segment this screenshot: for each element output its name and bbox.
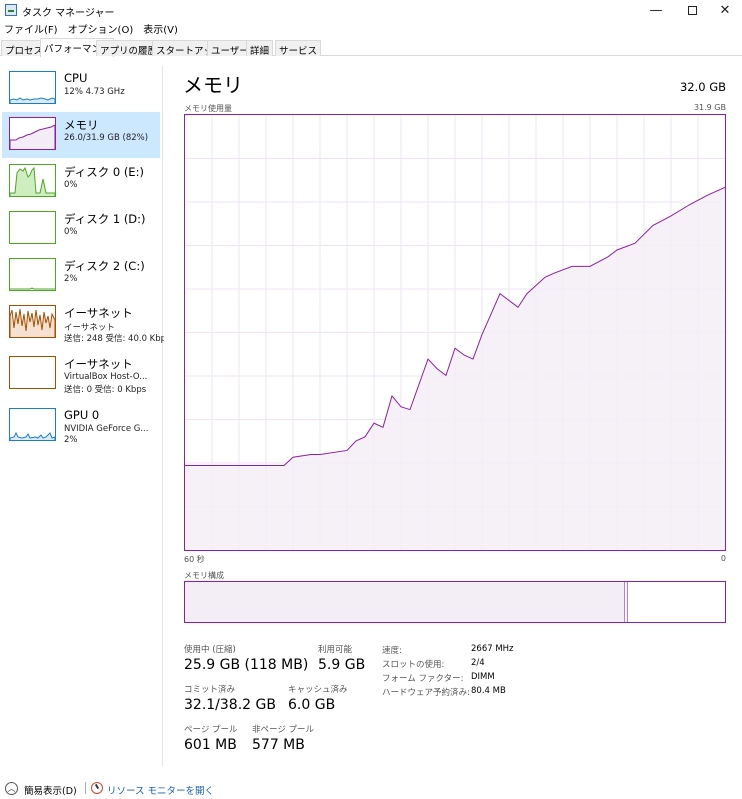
memory-graph-icon — [9, 117, 56, 150]
menu-view[interactable]: 表示(V) — [143, 21, 178, 37]
resource-monitor-icon[interactable] — [91, 782, 103, 794]
disk-graph-icon — [9, 211, 56, 244]
usage-graph-max: 31.9 GB — [693, 103, 726, 112]
menu-file[interactable]: ファイル(F) — [4, 21, 58, 37]
memory-total: 32.0 GB — [679, 80, 726, 94]
slots-label: スロットの使用: — [382, 660, 445, 670]
sidebar-item-detail: 0% — [64, 227, 78, 237]
sidebar-item-title: CPU — [64, 71, 88, 85]
in-use-value: 25.9 GB (118 MB) — [184, 657, 309, 673]
page-title: メモリ — [183, 73, 243, 97]
sidebar-item-disk-2[interactable]: ディスク 2 (C:) 2% — [2, 253, 160, 299]
paged-pool-label: ページ プール — [184, 725, 238, 735]
memory-usage-svg — [185, 115, 725, 550]
sidebar-item-title: ディスク 1 (D:) — [64, 212, 146, 226]
nonpaged-pool-label: 非ページ プール — [252, 725, 315, 735]
sidebar-item-detail: 0% — [64, 180, 78, 190]
sidebar-item-title: メモリ — [64, 118, 99, 132]
cpu-graph-icon — [9, 71, 56, 104]
ethernet-graph-icon — [9, 356, 56, 389]
tab-services[interactable]: サービス — [275, 40, 322, 57]
in-use-label: 使用中 (圧縮) — [184, 645, 236, 655]
composition-in-use — [185, 582, 625, 622]
committed-value: 32.1/38.2 GB — [184, 697, 276, 713]
available-label: 利用可能 — [318, 645, 353, 655]
window-title: タスク マネージャー — [22, 8, 115, 19]
maximize-icon — [687, 5, 697, 15]
sidebar-item-title: ディスク 2 (C:) — [64, 259, 145, 273]
composition-modified — [626, 582, 628, 622]
sidebar-item-title: ディスク 0 (E:) — [64, 165, 144, 179]
sidebar-item-detail: VirtualBox Host-O... — [64, 372, 148, 382]
sidebar-item-title: GPU 0 — [64, 408, 100, 422]
resource-sidebar: CPU 12% 4.73 GHz メモリ 26.0/31.9 GB (82%) … — [0, 66, 164, 766]
available-value: 5.9 GB — [318, 657, 366, 673]
disk-graph-icon — [9, 258, 56, 291]
tab-details[interactable]: 詳細 — [246, 40, 274, 57]
usage-graph-label: メモリ使用量 — [184, 104, 232, 113]
chevron-up-icon[interactable]: ︿ — [5, 782, 18, 795]
sidebar-item-detail: 26.0/31.9 GB (82%) — [64, 133, 149, 143]
footer-bar: ︿ 簡易表示(D) リソース モニターを開く — [0, 778, 742, 798]
sidebar-item-memory[interactable]: メモリ 26.0/31.9 GB (82%) — [2, 112, 160, 158]
open-resource-monitor-link[interactable]: リソース モニターを開く — [107, 783, 214, 797]
time-axis-right-label: 0 — [720, 554, 726, 563]
gpu-graph-icon — [9, 408, 56, 441]
form-factor-label: フォーム ファクター: — [382, 674, 464, 684]
sidebar-item-disk-0[interactable]: ディスク 0 (E:) 0% — [2, 159, 160, 205]
cached-label: キャッシュ済み — [288, 685, 348, 695]
cached-value: 6.0 GB — [288, 697, 336, 713]
sidebar-item-detail: 2% — [64, 274, 78, 284]
composition-label: メモリ構成 — [184, 571, 224, 580]
memory-composition-bar[interactable] — [184, 581, 726, 623]
sidebar-item-throughput: 送信: 248 受信: 40.0 Kbps — [64, 334, 164, 344]
sidebar-item-disk-1[interactable]: ディスク 1 (D:) 0% — [2, 206, 160, 252]
menu-bar: ファイル(F) オプション(O) 表示(V) — [0, 21, 178, 37]
title-bar: タスク マネージャー — ✕ — [0, 0, 742, 20]
time-axis-left-label: 60 秒 — [184, 555, 205, 564]
maximize-button[interactable] — [674, 0, 710, 20]
task-manager-icon — [5, 4, 17, 16]
sidebar-item-throughput: 送信: 0 受信: 0 Kbps — [64, 385, 147, 395]
paged-pool-value: 601 MB — [184, 737, 237, 753]
hardware-reserved-value: 80.4 MB — [471, 686, 506, 696]
fewer-details-link[interactable]: 簡易表示(D) — [24, 783, 77, 797]
sidebar-item-ethernet-1[interactable]: イーサネット イーサネット 送信: 248 受信: 40.0 Kbps — [2, 300, 164, 346]
speed-value: 2667 MHz — [471, 644, 514, 654]
sidebar-item-ethernet-2[interactable]: イーサネット VirtualBox Host-O... 送信: 0 受信: 0 … — [2, 351, 160, 397]
slots-value: 2/4 — [471, 658, 485, 668]
nonpaged-pool-value: 577 MB — [252, 737, 305, 753]
ethernet-graph-icon — [9, 305, 56, 338]
sidebar-item-cpu[interactable]: CPU 12% 4.73 GHz — [2, 66, 160, 112]
form-factor-value: DIMM — [471, 672, 495, 682]
hardware-reserved-label: ハードウェア予約済み: — [382, 688, 470, 698]
sidebar-item-title: イーサネット — [64, 357, 133, 371]
sidebar-item-title: イーサネット — [64, 306, 133, 320]
menu-options[interactable]: オプション(O) — [68, 21, 134, 37]
committed-label: コミット済み — [184, 685, 236, 695]
footer-separator — [85, 782, 86, 794]
disk-graph-icon — [9, 164, 56, 197]
sidebar-item-gpu-0[interactable]: GPU 0 NVIDIA GeForce G... 2% — [2, 403, 160, 449]
sidebar-item-detail: NVIDIA GeForce G... — [64, 424, 149, 434]
memory-usage-chart — [184, 114, 726, 551]
speed-label: 速度: — [382, 646, 402, 656]
tab-bar: プロセス パフォーマンス アプリの履歴 スタートアップ ユーザー 詳細 サービス — [0, 38, 742, 57]
minimize-button[interactable]: — — [638, 0, 674, 20]
close-button[interactable]: ✕ — [707, 0, 742, 20]
sidebar-item-utilization: 2% — [64, 435, 78, 445]
sidebar-item-detail: 12% 4.73 GHz — [64, 87, 125, 97]
